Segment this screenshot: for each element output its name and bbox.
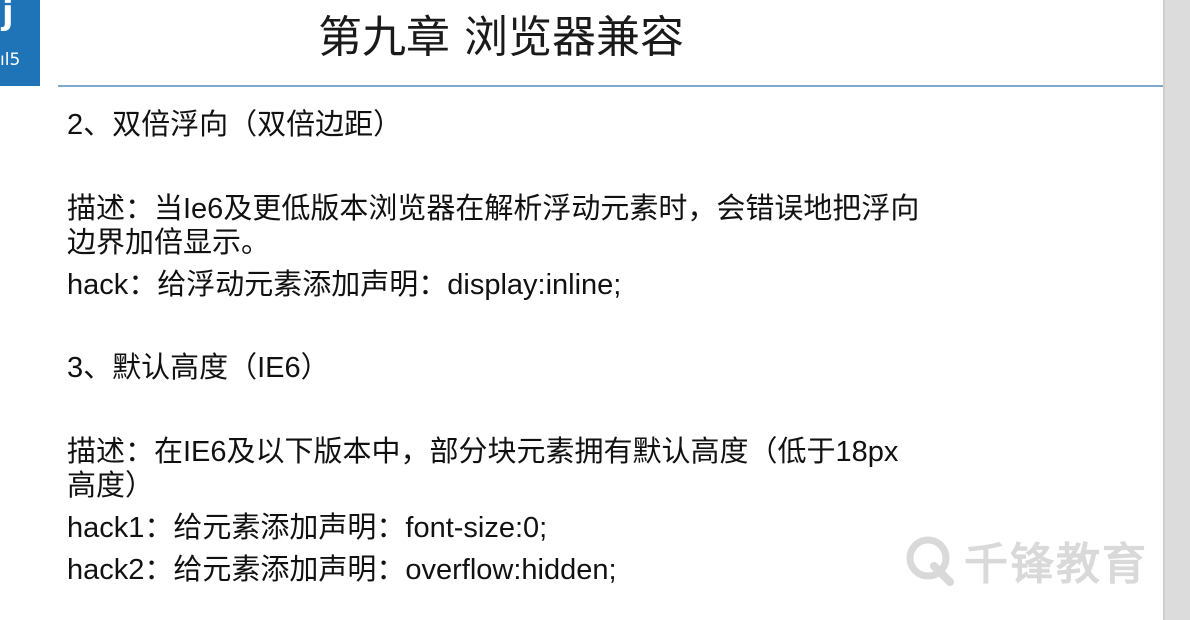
hack-line: hack：给浮动元素添加声明：display:inline; [67,269,622,301]
qianfeng-logo-icon [906,536,954,586]
description-line-2: 边界加倍显示。 [67,227,271,259]
right-side-bar [1165,0,1190,620]
section-heading-default-height: 3、默认高度（IE6） [67,352,330,384]
header-divider [58,85,1164,87]
hack2-line: hack2：给元素添加声明：overflow:hidden; [67,554,617,586]
course-logo: j ıl5 [0,0,40,86]
slide-title: 第九章 浏览器兼容 [318,12,684,63]
logo-text: ıl5 [0,50,21,70]
hack1-line: hack1：给元素添加声明：font-size:0; [67,512,548,544]
section-heading-double-margin: 2、双倍浮向（双倍边距） [67,109,403,141]
watermark-text: 千锋教育 [964,539,1148,590]
description-line-4: 高度） [67,470,155,502]
description-line-1: 描述：当Ie6及更低版本浏览器在解析浮动元素时，会错误地把浮向 [67,193,920,225]
logo-glyph: j [2,0,14,33]
description-line-3: 描述：在IE6及以下版本中，部分块元素拥有默认高度（低于18px [67,436,899,468]
watermark: 千锋教育 [904,528,1148,592]
